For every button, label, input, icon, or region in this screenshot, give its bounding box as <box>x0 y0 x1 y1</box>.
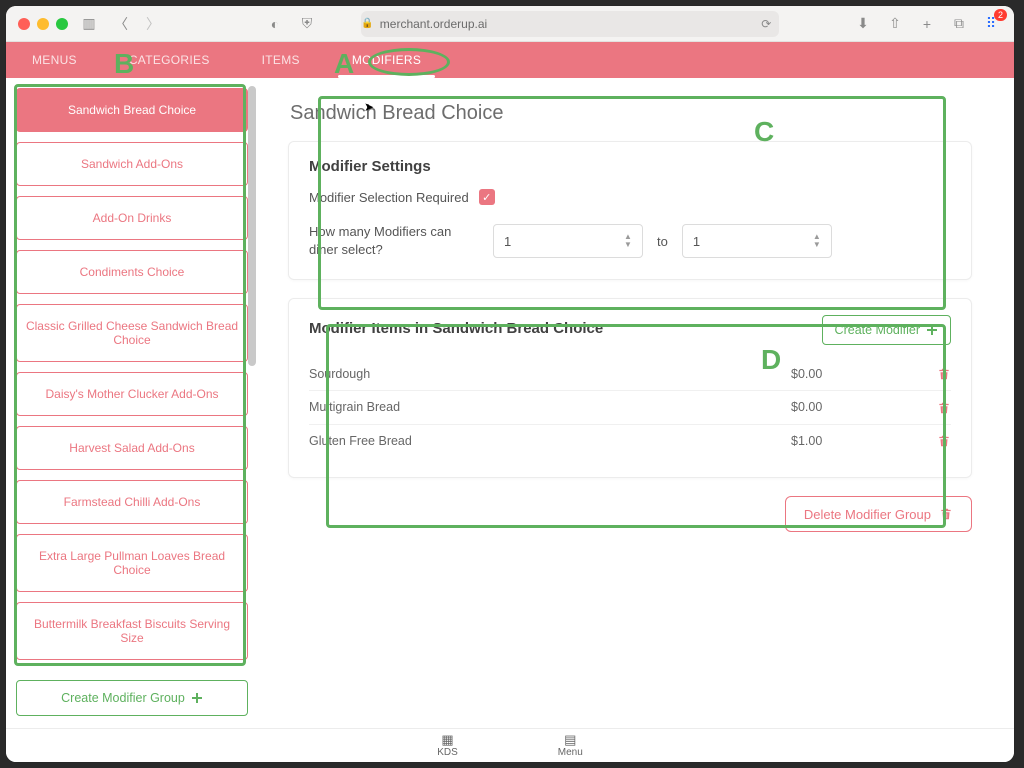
delete-modifier-button[interactable] <box>921 366 951 381</box>
stepper-icon[interactable]: ▲▼ <box>624 228 638 254</box>
modifier-settings-heading: Modifier Settings <box>309 158 951 175</box>
extensions-icon[interactable]: ⠿ <box>980 13 1002 35</box>
trash-icon <box>937 367 951 381</box>
sidebar-item-sandwich-bread-choice[interactable]: Sandwich Bread Choice <box>16 88 248 132</box>
tab-categories[interactable]: CATEGORIES <box>103 42 236 78</box>
delete-modifier-button[interactable] <box>921 434 951 449</box>
content-area: Sandwich Bread Choice Modifier Settings … <box>258 78 1014 728</box>
tab-modifiers[interactable]: MODIFIERS <box>326 42 447 78</box>
new-tab-icon[interactable]: + <box>916 13 938 35</box>
modifier-item-row[interactable]: Sourdough$0.00 <box>309 357 951 391</box>
trash-icon <box>937 434 951 448</box>
reader-icon[interactable]: ◐ <box>264 13 286 35</box>
window-zoom[interactable] <box>56 18 68 30</box>
delete-modifier-button[interactable] <box>921 400 951 415</box>
bottom-nav-kds[interactable]: ▦ KDS <box>437 733 458 758</box>
selection-required-label: Modifier Selection Required <box>309 190 469 205</box>
max-modifiers-input[interactable]: 1 ▲▼ <box>682 224 832 258</box>
sidebar-toggle-icon[interactable]: ▥ <box>78 13 100 35</box>
modifier-item-price: $0.00 <box>791 367 921 381</box>
url-text: merchant.orderup.ai <box>380 17 487 31</box>
selection-required-checkbox[interactable]: ✓ <box>479 189 495 205</box>
sidebar-item-buttermilk-biscuits[interactable]: Buttermilk Breakfast Biscuits Serving Si… <box>16 602 248 660</box>
sidebar-item-harvest-salad[interactable]: Harvest Salad Add-Ons <box>16 426 248 470</box>
lock-icon: 🔒 <box>361 18 373 29</box>
sidebar-item-pullman-loaves[interactable]: Extra Large Pullman Loaves Bread Choice <box>16 534 248 592</box>
browser-chrome: ▥ 〈 〉 ◐ ⛨ 🔒 merchant.orderup.ai ⟳ ⬇ ⇧ + … <box>6 6 1014 42</box>
modifier-item-name: Sourdough <box>309 367 791 381</box>
range-to-label: to <box>657 234 668 249</box>
modifier-item-row[interactable]: Gluten Free Bread$1.00 <box>309 425 951 458</box>
privacy-icon[interactable]: ⛨ <box>296 13 318 35</box>
share-icon[interactable]: ⇧ <box>884 13 906 35</box>
bottom-nav: ▦ KDS ▤ Menu <box>6 728 1014 762</box>
downloads-icon[interactable]: ⬇ <box>852 13 874 35</box>
min-modifiers-input[interactable]: 1 ▲▼ <box>493 224 643 258</box>
sidebar-item-addon-drinks[interactable]: Add-On Drinks <box>16 196 248 240</box>
modifier-settings-card: Modifier Settings Modifier Selection Req… <box>288 141 972 280</box>
plus-icon <box>191 692 203 704</box>
window-controls[interactable] <box>18 18 68 30</box>
window-minimize[interactable] <box>37 18 49 30</box>
modifier-item-name: Multigrain Bread <box>309 400 791 414</box>
create-modifier-button[interactable]: Create Modifier <box>822 315 951 345</box>
reload-icon[interactable]: ⟳ <box>761 17 779 31</box>
address-bar[interactable]: 🔒 merchant.orderup.ai ⟳ <box>361 11 779 37</box>
window-close[interactable] <box>18 18 30 30</box>
create-modifier-group-label: Create Modifier Group <box>61 691 185 705</box>
modifier-item-price: $0.00 <box>791 400 921 414</box>
panel-title: Sandwich Bread Choice <box>290 102 972 125</box>
sidebar-item-farmstead-chilli[interactable]: Farmstead Chilli Add-Ons <box>16 480 248 524</box>
sidebar-item-mother-clucker[interactable]: Daisy's Mother Clucker Add-Ons <box>16 372 248 416</box>
create-modifier-group-button[interactable]: Create Modifier Group <box>16 680 248 716</box>
sidebar-item-condiments[interactable]: Condiments Choice <box>16 250 248 294</box>
sidebar-scrollbar[interactable] <box>248 86 256 668</box>
modifier-item-price: $1.00 <box>791 434 921 448</box>
trash-icon <box>937 401 951 415</box>
nav-back-icon[interactable]: 〈 <box>110 13 132 35</box>
modifier-items-heading: Modifier Items in Sandwich Bread Choice <box>309 320 603 337</box>
tabs-icon[interactable]: ⧉ <box>948 13 970 35</box>
menu-icon: ▤ <box>564 733 576 746</box>
bottom-nav-menu[interactable]: ▤ Menu <box>558 733 583 758</box>
grid-icon: ▦ <box>441 733 453 746</box>
mouse-cursor: ➤ <box>364 100 374 114</box>
sidebar-item-grilled-cheese-bread[interactable]: Classic Grilled Cheese Sandwich Bread Ch… <box>16 304 248 362</box>
trash-icon <box>939 507 953 521</box>
sidebar: Sandwich Bread Choice Sandwich Add-Ons A… <box>6 78 258 728</box>
stepper-icon[interactable]: ▲▼ <box>813 228 827 254</box>
modifier-item-name: Gluten Free Bread <box>309 434 791 448</box>
tab-menus[interactable]: MENUS <box>6 42 103 78</box>
sidebar-item-sandwich-addons[interactable]: Sandwich Add-Ons <box>16 142 248 186</box>
range-question: How many Modifiers can diner select? <box>309 223 479 259</box>
modifier-item-row[interactable]: Multigrain Bread$0.00 <box>309 391 951 425</box>
app-tab-bar: MENUS CATEGORIES ITEMS MODIFIERS <box>6 42 1014 78</box>
plus-icon <box>926 324 938 336</box>
modifier-items-card: Modifier Items in Sandwich Bread Choice … <box>288 298 972 478</box>
tab-items[interactable]: ITEMS <box>236 42 326 78</box>
nav-forward-icon: 〉 <box>142 13 164 35</box>
delete-modifier-group-button[interactable]: Delete Modifier Group <box>785 496 972 532</box>
